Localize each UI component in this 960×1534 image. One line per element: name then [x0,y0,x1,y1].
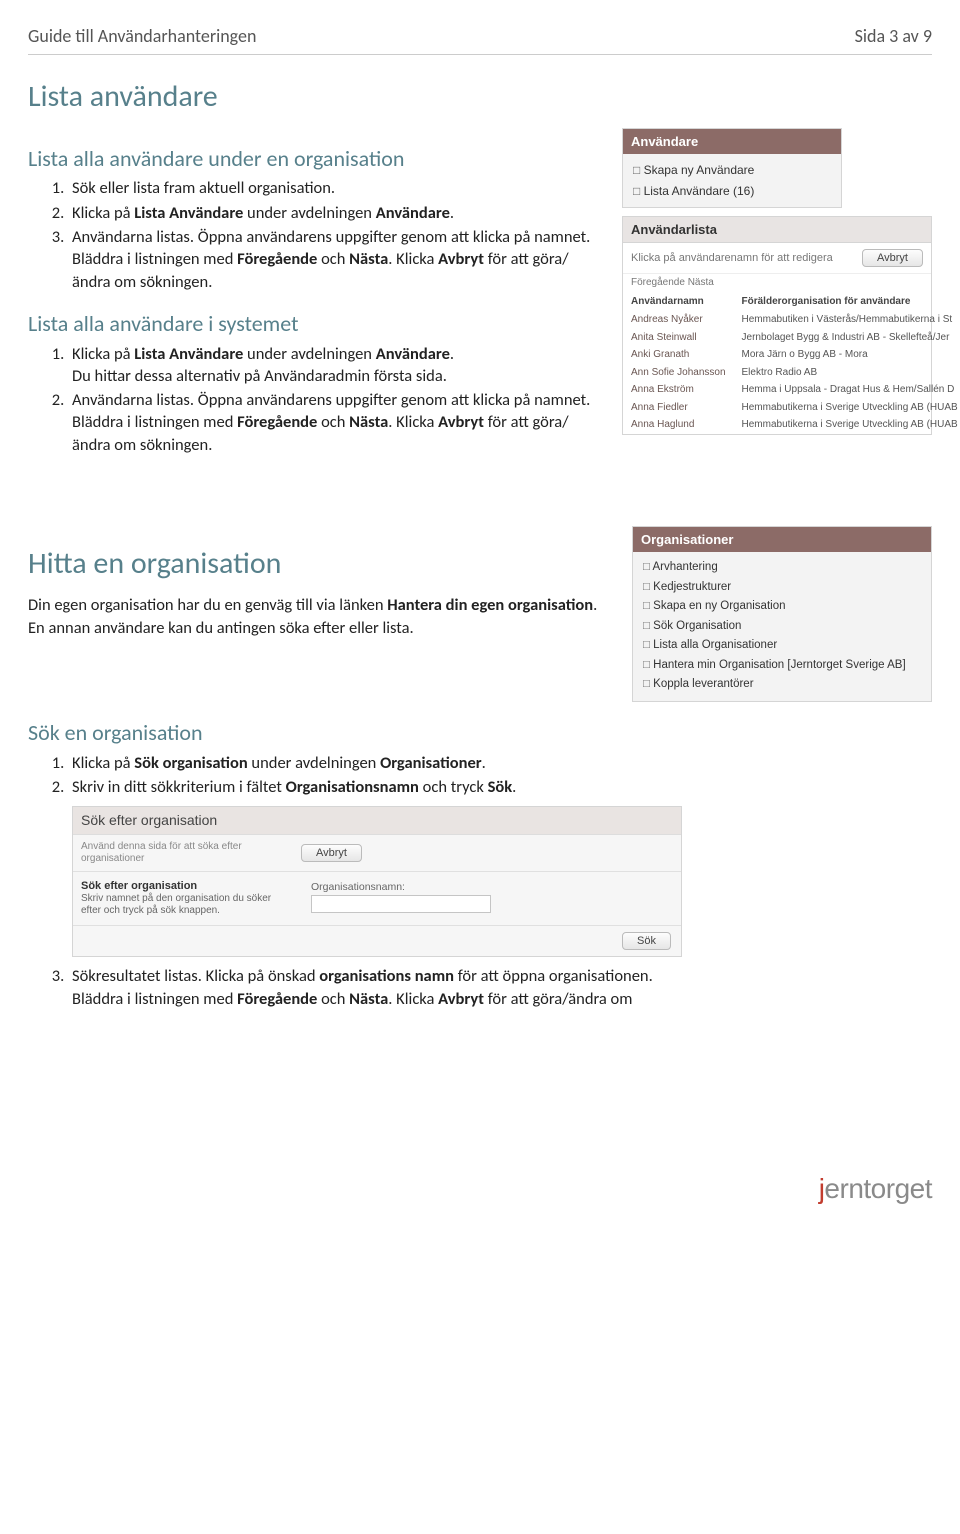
panel-link[interactable]: Hantera min Organisation [Jerntorget Sve… [643,656,921,676]
sok-button[interactable]: Sök [622,932,671,950]
panel-link[interactable]: Lista alla Organisationer [643,636,921,656]
list-item: Användarna listas. Öppna användarens upp… [68,389,604,456]
table-row[interactable]: Andreas NyåkerHemmabutiken i Västerås/He… [623,311,960,329]
h2-lista-alla-system: Lista alla användare i systemet [28,309,604,339]
list-item: Sökresultatet listas. Klicka på önskad o… [68,965,932,1010]
h2-lista-alla-org: Lista alla användare under en organisati… [28,144,604,174]
table-row[interactable]: Anna FiedlerHemmabutikerna i Sverige Utv… [623,399,960,417]
steps-search-org: Klicka på Sök organisation under avdelni… [28,752,932,1010]
anvandare-panel: Användare Skapa ny Användare Lista Använ… [622,128,842,208]
form-hint: Använd denna sida för att söka efter org… [81,841,261,865]
sok-org-form: Sök efter organisation Använd denna sida… [72,806,682,957]
table-row[interactable]: Anki GranathMora Järn o Bygg AB - Mora [623,346,960,364]
anvandarlista-panel: Användarlista Klicka på användarenamn fö… [622,216,932,435]
avbryt-button[interactable]: Avbryt [862,249,923,267]
table-row[interactable]: Anita SteinwallJernbolaget Bygg & Indust… [623,329,960,347]
list-item: Klicka på Sök organisation under avdelni… [68,752,932,774]
list-item: Sök eller lista fram aktuell organisatio… [68,177,604,199]
panel-link[interactable]: Kedjestrukturer [643,578,921,598]
panel-link[interactable]: Koppla leverantörer [643,675,921,695]
col-header-org: Förälderorganisation för användare [734,292,960,312]
h1-lista-anvandare: Lista användare [28,77,932,118]
logo-rest: erntorget [824,1173,932,1204]
panel-link-skapa[interactable]: Skapa ny Användare [633,160,831,180]
list-item: Användarna listas. Öppna användarens upp… [68,226,604,293]
panel-header: Organisationer [633,527,931,553]
steps-list-sys: Klicka på Lista Användare under avdelnin… [28,343,604,456]
list-item: Skriv in ditt sökkriterium i fältet Orga… [68,776,932,957]
panel-hint: Klicka på användarenamn för att redigera [631,251,833,266]
panel-link[interactable]: Sök Organisation [643,617,921,637]
table-row[interactable]: Anna EkströmHemma i Uppsala - Dragat Hus… [623,381,960,399]
panel-link[interactable]: Skapa en ny Organisation [643,597,921,617]
doc-title: Guide till Användarhanteringen [28,24,256,48]
avbryt-button[interactable]: Avbryt [301,844,362,862]
user-table: Användarnamn Förälderorganisation för an… [623,292,960,434]
pager-links[interactable]: Föregående Nästa [623,274,931,292]
h1-hitta-org: Hitta en organisation [28,544,614,585]
page-number: Sida 3 av 9 [855,24,932,48]
panel-link[interactable]: Arvhantering [643,558,921,578]
col-header-name: Användarnamn [623,292,734,312]
page-header: Guide till Användarhanteringen Sida 3 av… [28,24,932,55]
org-intro: Din egen organisation har du en genväg t… [28,594,614,639]
list-item: Klicka på Lista Användare under avdelnin… [68,343,604,388]
steps-list-org: Sök eller lista fram aktuell organisatio… [28,177,604,292]
orgnamn-input[interactable] [311,895,491,913]
form-header: Sök efter organisation [73,807,681,835]
list-item: Klicka på Lista Användare under avdelnin… [68,202,604,224]
footer-logo: jerntorget [28,1170,932,1208]
h2-sok-org: Sök en organisation [28,718,932,748]
panel-link-lista[interactable]: Lista Användare (16) [633,181,831,201]
panel-header: Användarlista [623,217,931,244]
organisationer-panel: Organisationer Arvhantering Kedjestruktu… [632,526,932,702]
form-sub-hint: Sök efter organisation Skriv namnet på d… [81,880,281,917]
orgnamn-label: Organisationsnamn: [311,881,405,893]
table-row[interactable]: Ann Sofie JohanssonElektro Radio AB [623,364,960,382]
panel-header: Användare [623,129,841,155]
table-row[interactable]: Anna HaglundHemmabutikerna i Sverige Utv… [623,416,960,434]
